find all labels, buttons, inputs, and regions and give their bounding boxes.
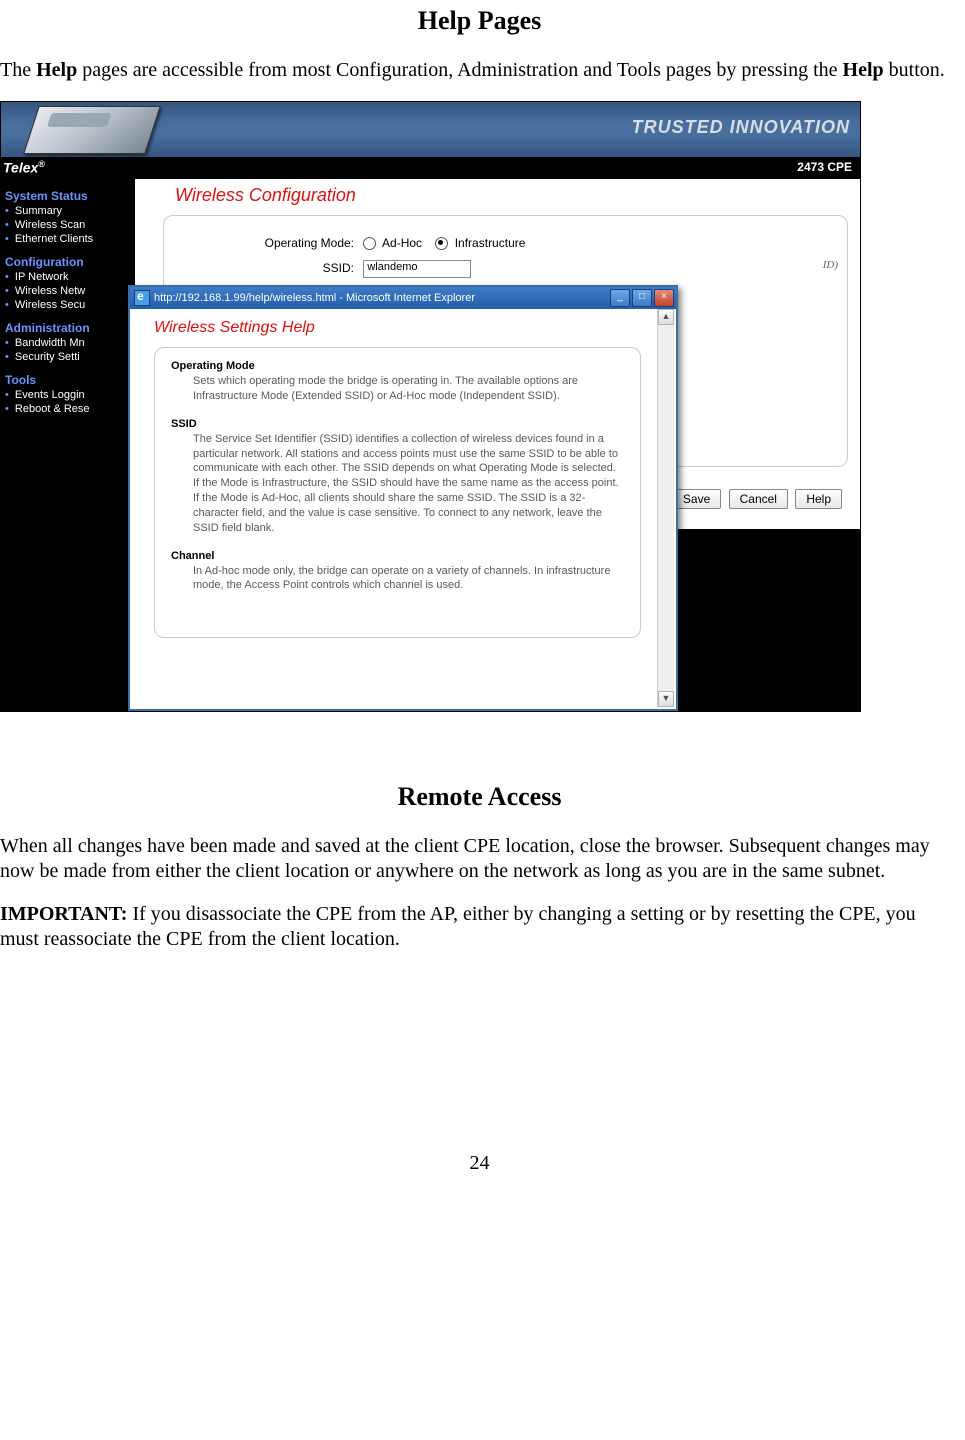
bullet-icon: • (5, 299, 9, 311)
brand-reg: ® (38, 159, 45, 169)
page-number: 24 (0, 1152, 959, 1175)
cancel-button[interactable]: Cancel (729, 489, 788, 509)
help-intro-paragraph: The Help pages are accessible from most … (0, 58, 959, 83)
sidebar-category: Tools (5, 373, 139, 387)
sidebar-item-label: Reboot & Rese (12, 403, 90, 415)
sidebar-item[interactable]: • Ethernet Clients (5, 233, 139, 245)
nav-sidebar: System Status• Summary• Wireless Scan• E… (1, 179, 139, 711)
important-paragraph: IMPORTANT: If you disassociate the CPE f… (0, 902, 959, 952)
sidebar-item-label: IP Network (12, 271, 69, 283)
top-banner: TRUSTED INNOVATION (1, 102, 860, 157)
help-topic: Operating Mode Sets which operating mode … (171, 360, 624, 404)
help-topic-body: Sets which operating mode the bridge is … (193, 374, 624, 404)
sidebar-item[interactable]: • Events Loggin (5, 389, 139, 401)
important-text: If you disassociate the CPE from the AP,… (0, 903, 916, 950)
sidebar-item[interactable]: • Wireless Scan (5, 219, 139, 231)
heading-help-pages: Help Pages (0, 6, 959, 36)
embedded-screenshot: TRUSTED INNOVATION Telex® 2473 CPE Syste… (0, 101, 861, 712)
sidebar-item-label: Wireless Scan (12, 219, 85, 231)
adhoc-radio-label: Ad-Hoc (382, 236, 422, 250)
text: The (0, 59, 36, 81)
save-button[interactable]: Save (672, 489, 721, 509)
banner-tagline: TRUSTED INNOVATION (632, 117, 850, 138)
sidebar-item[interactable]: • Wireless Secu (5, 299, 139, 311)
ssid-label: SSID: (214, 261, 354, 275)
ssid-hint-fragment: ID) (823, 259, 838, 271)
text-bold: Help (843, 59, 884, 81)
sidebar-item[interactable]: • Reboot & Rese (5, 403, 139, 415)
minimize-icon[interactable]: _ (610, 289, 630, 307)
model-label: 2473 CPE (797, 160, 852, 174)
sidebar-item[interactable]: • IP Network (5, 271, 139, 283)
bullet-icon: • (5, 389, 9, 401)
help-topic-body: The Service Set Identifier (SSID) identi… (193, 432, 624, 536)
sidebar-category: Administration (5, 321, 139, 335)
heading-remote-access: Remote Access (0, 782, 959, 812)
bullet-icon: • (5, 403, 9, 415)
brand-bar: Telex® 2473 CPE (1, 157, 860, 179)
close-icon[interactable]: × (654, 289, 674, 307)
popup-content: Wireless Settings Help Operating Mode Set… (132, 309, 657, 707)
sidebar-category: Configuration (5, 255, 139, 269)
bullet-icon: • (5, 233, 9, 245)
sidebar-item[interactable]: • Security Setti (5, 351, 139, 363)
sidebar-item-label: Bandwidth Mn (12, 337, 85, 349)
scroll-down-icon[interactable]: ▼ (658, 691, 674, 707)
help-page-title: Wireless Settings Help (154, 319, 641, 337)
help-popup-window: http://192.168.1.99/help/wireless.html -… (128, 285, 678, 711)
brand-name: Telex® (3, 159, 45, 176)
infrastructure-radio[interactable] (435, 237, 448, 250)
help-topic-title: Channel (171, 550, 624, 562)
scroll-up-icon[interactable]: ▲ (658, 309, 674, 325)
text-bold: Help (36, 59, 77, 81)
sidebar-item[interactable]: • Wireless Netw (5, 285, 139, 297)
maximize-icon[interactable]: □ (632, 289, 652, 307)
sidebar-item-label: Summary (12, 205, 62, 217)
infrastructure-radio-label: Infrastructure (455, 236, 526, 250)
bullet-icon: • (5, 205, 9, 217)
ie-icon (134, 290, 150, 306)
help-topic: Channel In Ad-hoc mode only, the bridge c… (171, 550, 624, 594)
page-title: Wireless Configuration (135, 179, 860, 210)
ssid-input[interactable]: wlandemo (363, 260, 471, 278)
popup-titlebar[interactable]: http://192.168.1.99/help/wireless.html -… (130, 287, 676, 309)
text: pages are accessible from most Configura… (77, 59, 842, 81)
button-bar: Save Cancel Help (668, 489, 842, 509)
bullet-icon: • (5, 219, 9, 231)
bullet-icon: • (5, 351, 9, 363)
adhoc-radio[interactable] (363, 237, 376, 250)
sidebar-item-label: Wireless Secu (12, 299, 85, 311)
help-topic-body: In Ad-hoc mode only, the bridge can oper… (193, 564, 624, 594)
remote-access-paragraph: When all changes have been made and save… (0, 834, 959, 884)
bullet-icon: • (5, 285, 9, 297)
sidebar-item[interactable]: • Bandwidth Mn (5, 337, 139, 349)
bullet-icon: • (5, 271, 9, 283)
sidebar-category: System Status (5, 189, 139, 203)
brand-text: Telex (3, 160, 38, 176)
popup-body: Wireless Settings Help Operating Mode Set… (132, 309, 674, 707)
help-topic: SSID The Service Set Identifier (SSID) id… (171, 418, 624, 536)
sidebar-item-label: Wireless Netw (12, 285, 85, 297)
help-button[interactable]: Help (795, 489, 842, 509)
sidebar-item[interactable]: • Summary (5, 205, 139, 217)
help-topic-title: SSID (171, 418, 624, 430)
text: button. (884, 59, 945, 81)
operating-mode-label: Operating Mode: (214, 236, 354, 250)
popup-scrollbar[interactable]: ▲ ▼ (657, 309, 674, 707)
sidebar-item-label: Security Setti (12, 351, 80, 363)
telex-antenna-logo (23, 106, 161, 154)
bullet-icon: • (5, 337, 9, 349)
help-topic-title: Operating Mode (171, 360, 624, 372)
operating-mode-row: Operating Mode: Ad-Hoc Infrastructure (214, 236, 525, 250)
sidebar-item-label: Events Loggin (12, 389, 85, 401)
sidebar-item-label: Ethernet Clients (12, 233, 93, 245)
important-label: IMPORTANT: (0, 903, 127, 925)
popup-title: http://192.168.1.99/help/wireless.html -… (154, 292, 610, 304)
help-card: Operating Mode Sets which operating mode … (154, 347, 641, 638)
ssid-row: SSID: wlandemo (214, 260, 471, 278)
